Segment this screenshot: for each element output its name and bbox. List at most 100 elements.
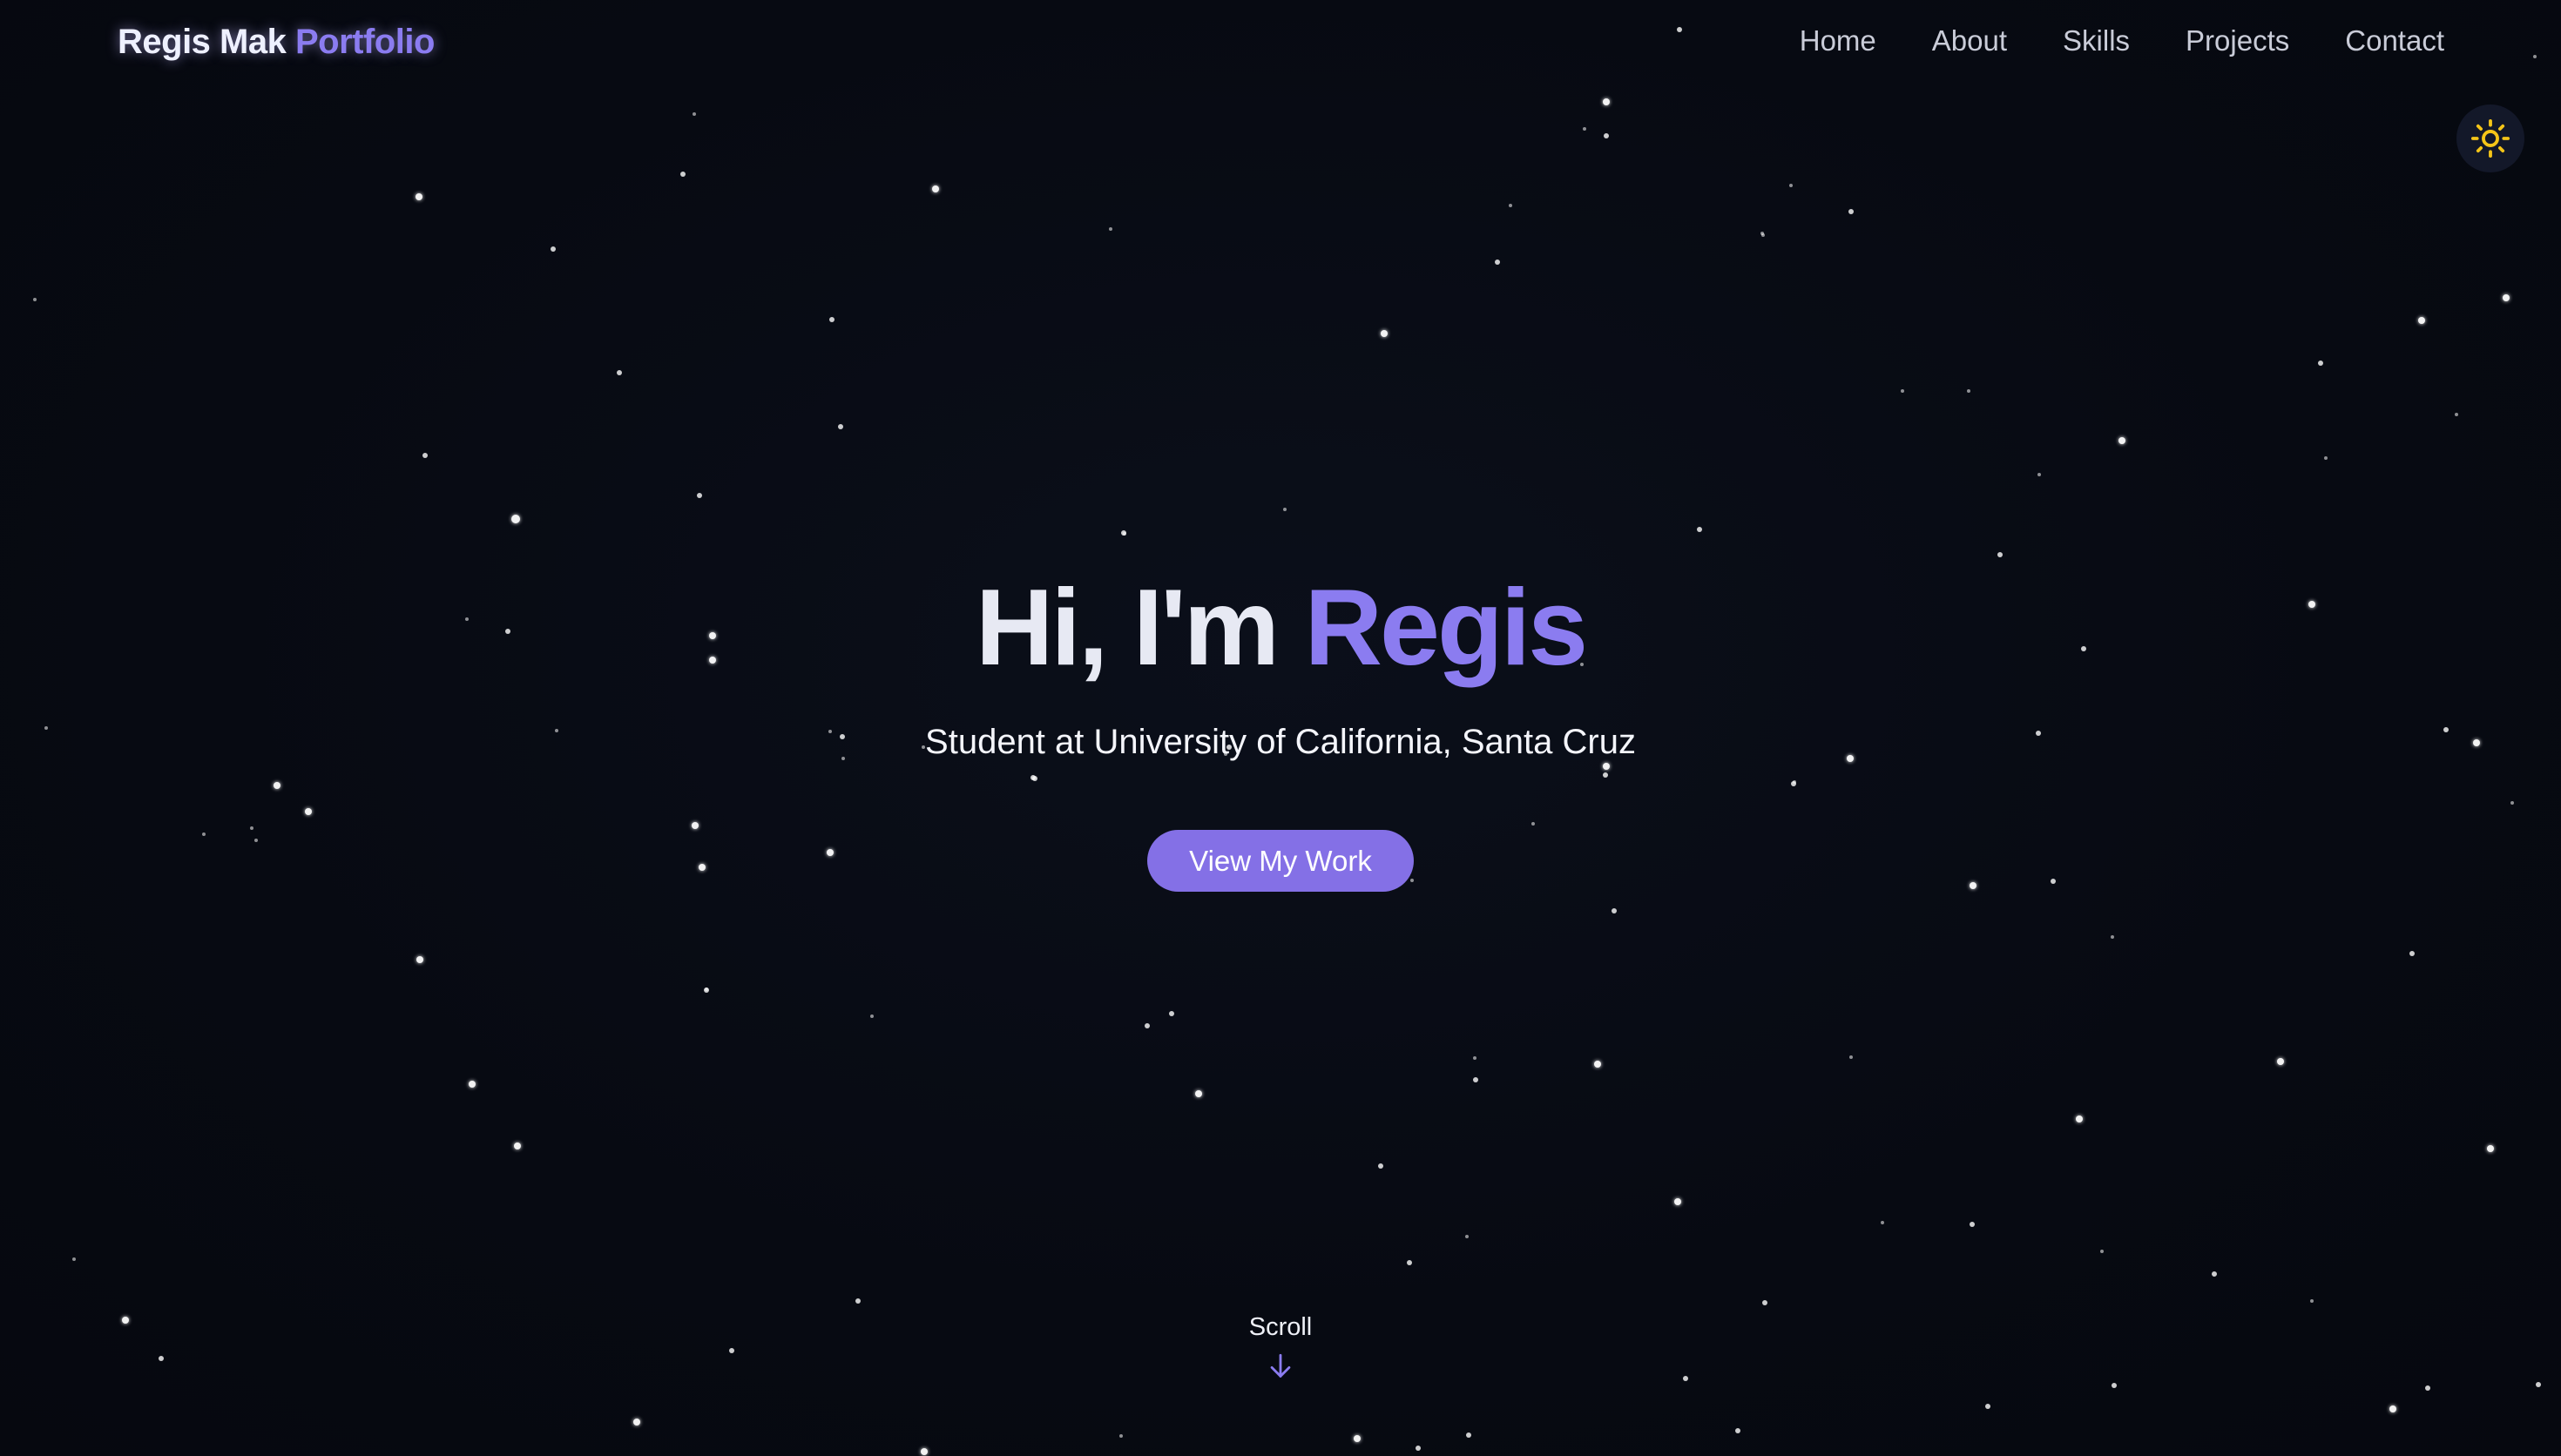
star xyxy=(1531,822,1535,826)
star xyxy=(469,1081,476,1088)
star xyxy=(2118,437,2125,444)
shooting-star xyxy=(733,130,927,253)
star xyxy=(1195,1090,1202,1097)
nav-about[interactable]: About xyxy=(1932,24,2007,57)
star xyxy=(1145,1023,1150,1028)
star xyxy=(697,493,702,498)
star xyxy=(305,808,312,815)
star xyxy=(1760,232,1764,235)
star xyxy=(551,246,556,252)
scroll-indicator[interactable]: Scroll xyxy=(1193,1313,1368,1382)
star xyxy=(2510,801,2514,805)
star xyxy=(2425,1385,2430,1391)
nav-contact[interactable]: Contact xyxy=(2345,24,2444,57)
star xyxy=(1378,1163,1383,1169)
star xyxy=(1416,1446,1421,1451)
star xyxy=(921,1448,928,1455)
hero-greeting: Hi, I'm xyxy=(975,568,1280,688)
star xyxy=(1283,508,1287,511)
shooting-stars-layer xyxy=(42,125,1679,620)
theme-toggle-button[interactable] xyxy=(2456,104,2524,172)
star xyxy=(1509,204,1512,207)
star xyxy=(416,956,423,963)
star xyxy=(1848,209,1854,214)
star xyxy=(1594,1061,1601,1068)
star xyxy=(692,822,699,829)
star xyxy=(274,782,280,789)
star xyxy=(870,1014,874,1018)
nav-skills[interactable]: Skills xyxy=(2063,24,2130,57)
star xyxy=(1354,1435,1361,1442)
star xyxy=(1473,1077,1478,1082)
star xyxy=(1985,1404,1990,1409)
hero-section: Regis Mak Portfolio Home About Skills Pr… xyxy=(0,0,2561,1456)
scroll-label: Scroll xyxy=(1248,1313,1313,1341)
star xyxy=(1604,133,1609,138)
star xyxy=(1735,1428,1740,1433)
star xyxy=(2318,361,2323,366)
star xyxy=(827,849,834,856)
star xyxy=(1381,330,1388,337)
star xyxy=(1881,1221,1884,1224)
star xyxy=(1789,184,1793,187)
star xyxy=(1583,127,1586,131)
star xyxy=(72,1257,76,1261)
star xyxy=(1683,1376,1688,1381)
site-logo[interactable]: Regis Mak Portfolio xyxy=(118,23,435,62)
star xyxy=(2409,951,2415,956)
star xyxy=(1697,527,1702,532)
star xyxy=(2212,1271,2217,1277)
star xyxy=(2310,1299,2314,1303)
brand-accent: Portfolio xyxy=(294,23,435,61)
star xyxy=(617,370,622,375)
shooting-star xyxy=(42,125,236,248)
star xyxy=(2536,1382,2541,1387)
star xyxy=(416,193,422,200)
star xyxy=(1603,763,1610,770)
star xyxy=(2051,879,2056,884)
star xyxy=(2277,1058,2284,1065)
star xyxy=(2487,1145,2494,1152)
star xyxy=(1603,772,1608,778)
star xyxy=(2100,1250,2104,1253)
star xyxy=(680,172,686,177)
star xyxy=(1465,1235,1469,1238)
hero-name: Regis xyxy=(1304,568,1588,688)
star xyxy=(1674,1198,1681,1205)
brand-name: Regis Mak xyxy=(118,23,287,61)
star xyxy=(1970,882,1976,889)
star xyxy=(250,826,253,830)
nav-home[interactable]: Home xyxy=(1800,24,1876,57)
star xyxy=(1109,227,1112,231)
star xyxy=(829,317,835,322)
hero-subtitle: Student at University of California, San… xyxy=(925,723,1636,761)
star xyxy=(1121,530,1126,536)
star xyxy=(729,1348,734,1353)
star xyxy=(633,1419,640,1426)
star xyxy=(1793,780,1796,784)
star xyxy=(1967,389,1970,393)
star xyxy=(2418,317,2425,324)
star xyxy=(855,1298,861,1304)
star xyxy=(1030,775,1036,780)
star xyxy=(1603,98,1610,105)
star xyxy=(422,453,428,458)
star xyxy=(511,515,520,523)
sun-icon xyxy=(2470,118,2510,158)
star xyxy=(2111,935,2114,939)
star xyxy=(693,112,696,116)
star xyxy=(2324,456,2328,460)
star xyxy=(2076,1116,2083,1122)
star xyxy=(122,1317,129,1324)
star xyxy=(2389,1405,2396,1412)
star xyxy=(2455,413,2458,416)
hero-heading: Hi, I'm Regis xyxy=(0,566,2561,690)
star xyxy=(705,988,708,991)
star xyxy=(838,424,843,429)
star xyxy=(33,298,37,301)
star xyxy=(514,1143,521,1149)
star xyxy=(1612,908,1617,913)
nav-projects[interactable]: Projects xyxy=(2186,24,2289,57)
star xyxy=(1762,1300,1767,1305)
view-my-work-button[interactable]: View My Work xyxy=(1147,830,1414,892)
